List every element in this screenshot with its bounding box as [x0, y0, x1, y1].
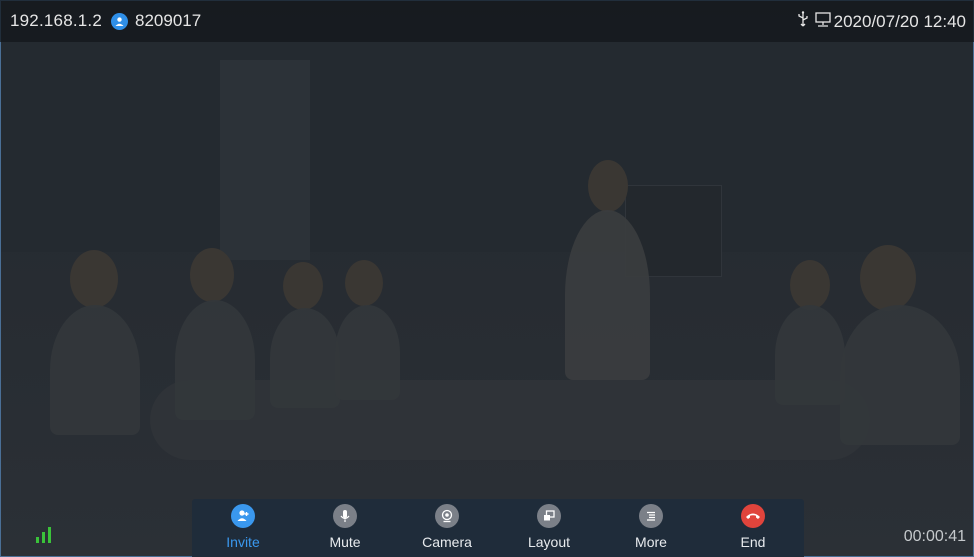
invite-icon: [231, 504, 255, 528]
usb-icon: [797, 11, 809, 32]
more-button[interactable]: More: [600, 499, 702, 557]
camera-icon: [435, 504, 459, 528]
end-label: End: [740, 534, 766, 550]
mute-label: Mute: [329, 534, 361, 550]
status-bar: 192.168.1.2 8209017 2020/07/20 12:40: [0, 0, 974, 42]
video-feed: [0, 0, 974, 557]
camera-button[interactable]: Camera: [396, 499, 498, 557]
date-time: 2020/07/20 12:40: [833, 11, 966, 31]
microphone-icon: [333, 504, 357, 528]
layout-icon: [537, 504, 561, 528]
menu-icon: [639, 504, 663, 528]
account-icon: [111, 12, 129, 30]
more-label: More: [635, 534, 667, 550]
mute-button[interactable]: Mute: [294, 499, 396, 557]
end-call-button[interactable]: End: [702, 499, 804, 557]
layout-label: Layout: [527, 534, 571, 550]
network-icon: [814, 11, 831, 32]
ip-address: 192.168.1.2: [10, 11, 103, 30]
account-number: 8209017: [135, 11, 202, 30]
layout-button[interactable]: Layout: [498, 499, 600, 557]
signal-strength-icon: [36, 527, 51, 543]
hangup-icon: [741, 504, 765, 528]
call-toolbar: Invite Mute Camera Layout More End: [192, 499, 804, 557]
invite-label: Invite: [226, 534, 260, 550]
camera-label: Camera: [422, 534, 472, 550]
call-timer: 00:00:41: [903, 528, 966, 545]
invite-button[interactable]: Invite: [192, 499, 294, 557]
